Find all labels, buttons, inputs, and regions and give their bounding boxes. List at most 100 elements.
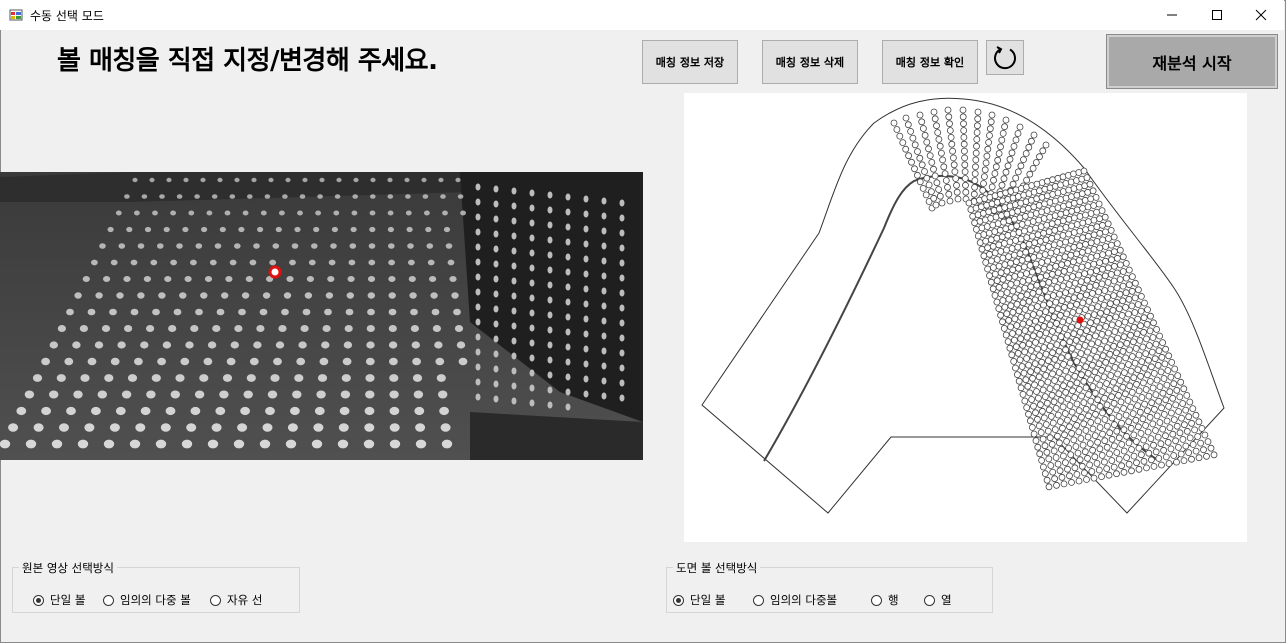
- source-image[interactable]: [0, 172, 643, 460]
- drawing-option-label: 단일 볼: [690, 593, 726, 607]
- ball: [601, 242, 607, 250]
- drawing-ball: [1057, 375, 1065, 383]
- drawing-ball: [1027, 247, 1035, 255]
- ball: [121, 390, 132, 399]
- ball: [16, 406, 27, 416]
- drawing-ball: [1099, 409, 1106, 417]
- drawing-ball: [1049, 370, 1056, 378]
- drawing-ball: [1064, 295, 1072, 303]
- drawing-ball: [1146, 327, 1154, 335]
- drawing-ball: [1025, 276, 1033, 284]
- ball: [365, 390, 375, 399]
- ball: [304, 292, 313, 299]
- drawing-canvas[interactable]: [684, 93, 1247, 542]
- ball: [347, 276, 355, 282]
- ball: [475, 318, 481, 326]
- ball: [251, 177, 257, 183]
- source-option-free-line[interactable]: 자유 선: [210, 592, 262, 608]
- ball: [364, 423, 375, 432]
- drawing-ball: [1053, 248, 1061, 255]
- drawing-ball: [1112, 385, 1120, 393]
- maximize-button[interactable]: [1194, 0, 1240, 30]
- drawing-ball: [1006, 238, 1014, 246]
- drawing-ball: [1054, 305, 1062, 313]
- source-option-multi-ball[interactable]: 임의의 다중 볼: [103, 592, 191, 608]
- drawing-ball: [1012, 343, 1020, 351]
- selected-ball-marker: [268, 265, 282, 279]
- drawing-ball: [1036, 352, 1044, 360]
- drawing-ball: [1183, 391, 1191, 399]
- drawing-ball: [1012, 237, 1020, 244]
- drawing-ball: [1055, 439, 1063, 447]
- ball: [217, 177, 223, 183]
- ball: [583, 240, 589, 248]
- drawing-ball: [1163, 381, 1171, 389]
- confirm-matching-button[interactable]: 매칭 정보 확인: [882, 40, 978, 84]
- drawing-ball: [961, 154, 969, 162]
- drawing-ball: [1101, 337, 1109, 345]
- drawing-ball: [1058, 424, 1066, 432]
- drawing-ball: [1145, 356, 1152, 364]
- drawing-option-single-ball[interactable]: 단일 볼: [673, 592, 725, 608]
- drawing-ball: [902, 145, 910, 153]
- drawing-ball: [1041, 286, 1049, 294]
- ball: [370, 194, 376, 199]
- drawing-ball: [1166, 424, 1174, 432]
- ball: [150, 259, 158, 266]
- drawing-ball: [1113, 298, 1120, 306]
- drawing-ball: [1056, 467, 1064, 475]
- ball: [529, 339, 535, 347]
- close-button[interactable]: [1238, 0, 1284, 30]
- drawing-ball: [997, 311, 1005, 319]
- drawing-ball: [1162, 432, 1169, 440]
- refresh-button[interactable]: [986, 40, 1024, 75]
- drawing-ball: [1077, 413, 1085, 421]
- ball: [456, 341, 466, 349]
- drawing-ball: [1048, 327, 1056, 335]
- drawing-ball: [1081, 306, 1089, 313]
- drawing-ball: [1075, 407, 1083, 415]
- drawing-ball: [1070, 229, 1078, 236]
- title-bar[interactable]: 수동 선택 모드: [0, 0, 1284, 30]
- drawing-ball: [1122, 354, 1130, 362]
- drawing-ball: [1123, 454, 1131, 462]
- save-matching-button[interactable]: 매칭 정보 저장: [642, 40, 738, 84]
- drawing-ball: [1102, 322, 1110, 330]
- drawing-ball: [1012, 136, 1020, 144]
- drawing-ball: [994, 156, 1002, 164]
- drawing-ball: [1065, 281, 1073, 288]
- drawing-option-column[interactable]: 열: [924, 592, 952, 608]
- drawing-ball: [1135, 351, 1143, 359]
- minimize-button[interactable]: [1149, 0, 1195, 30]
- ball: [435, 357, 445, 366]
- drawing-ball: [946, 127, 954, 134]
- drawing-ball: [1070, 415, 1078, 423]
- ball: [259, 439, 271, 449]
- drawing-ball: [1125, 439, 1133, 447]
- drawing-ball: [1017, 335, 1025, 343]
- ball: [334, 194, 341, 199]
- ball: [118, 243, 126, 249]
- drawing-ball: [1107, 270, 1115, 278]
- drawing-option-multi-ball[interactable]: 임의의 다중볼: [753, 592, 837, 608]
- drawing-ball: [1032, 437, 1040, 445]
- ball: [475, 378, 481, 386]
- drawing-ball: [1051, 226, 1059, 234]
- ball: [415, 423, 426, 432]
- drawing-ball: [1102, 358, 1110, 366]
- drawing-ball: [937, 149, 945, 157]
- drawing-option-row[interactable]: 행: [871, 592, 899, 608]
- ball: [583, 270, 589, 278]
- drawing-ball: [1000, 175, 1008, 183]
- ball: [529, 384, 535, 392]
- ball: [64, 357, 74, 366]
- delete-matching-button[interactable]: 매칭 정보 삭제: [762, 40, 858, 84]
- source-option-label: 임의의 다중 볼: [120, 593, 191, 607]
- drawing-ball: [989, 285, 997, 293]
- drawing-ball: [1021, 305, 1029, 313]
- drawing-ball: [907, 128, 915, 135]
- drawing-ball: [1136, 336, 1144, 344]
- reanalyze-button[interactable]: 재분석 시작: [1106, 34, 1278, 89]
- drawing-ball: [1094, 339, 1102, 346]
- source-option-single-ball[interactable]: 단일 볼: [33, 592, 85, 608]
